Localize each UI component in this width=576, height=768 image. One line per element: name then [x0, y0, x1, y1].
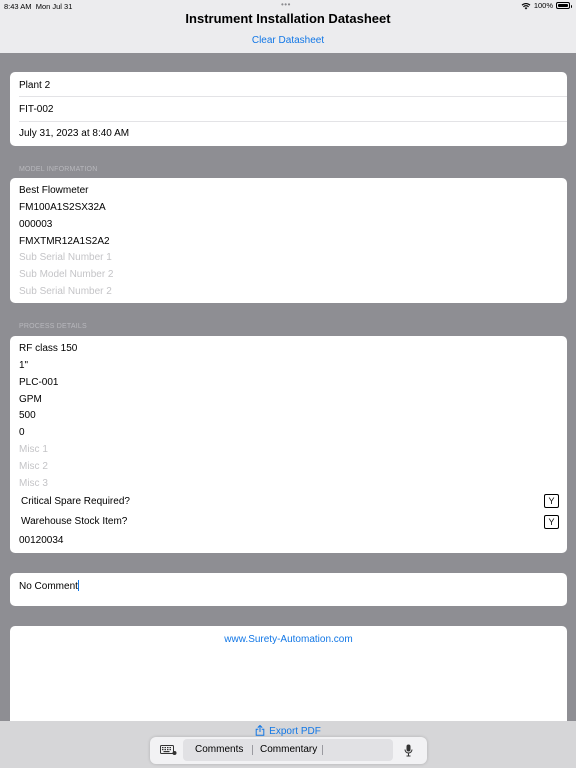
share-icon [255, 724, 265, 736]
size-field[interactable]: 1" [19, 360, 28, 371]
suggestion-divider [322, 745, 323, 755]
manufacturer-field[interactable]: Best Flowmeter [19, 185, 88, 196]
website-link[interactable]: www.Surety-Automation.com [10, 634, 567, 645]
sub-serial-1-field[interactable]: Sub Serial Number 1 [19, 252, 112, 263]
header-card: Plant 2 FIT-002 July 31, 2023 at 8:40 AM [10, 72, 567, 146]
suggestion-commentary[interactable]: Commentary [260, 744, 317, 755]
mic-icon[interactable] [404, 744, 413, 757]
misc-2-field[interactable]: Misc 2 [19, 461, 48, 472]
units-field[interactable]: GPM [19, 394, 42, 405]
date-field[interactable]: July 31, 2023 at 8:40 AM [19, 128, 129, 139]
warehouse-stock-toggle[interactable]: Y [544, 515, 559, 529]
stock-number-field[interactable]: 00120034 [19, 535, 64, 546]
export-pdf-button[interactable]: Export PDF [0, 724, 576, 737]
critical-spare-label: Critical Spare Required? [21, 496, 130, 507]
connection-field[interactable]: RF class 150 [19, 343, 77, 354]
navigation-bar: Instrument Installation Datasheet Clear … [0, 12, 576, 53]
status-time: 8:43 AM Mon Jul 31 [4, 2, 73, 11]
misc-3-field[interactable]: Misc 3 [19, 478, 48, 489]
page-title: Instrument Installation Datasheet [185, 11, 391, 26]
process-section-label: PROCESS DETAILS [19, 323, 87, 330]
critical-spare-toggle[interactable]: Y [544, 494, 559, 508]
serial-number-field[interactable]: 000003 [19, 219, 52, 230]
text-cursor [77, 580, 79, 591]
comment-text: No Comment [19, 581, 78, 592]
comment-card: No Comment [10, 573, 567, 606]
clear-datasheet-button[interactable]: Clear Datasheet [0, 35, 576, 46]
model-number-field[interactable]: FM100A1S2SX32A [19, 202, 106, 213]
tag-field[interactable]: FIT-002 [19, 104, 53, 115]
keyboard-icon[interactable] [160, 745, 177, 755]
footer-card: www.Surety-Automation.com [10, 626, 567, 736]
range-min-field[interactable]: 0 [19, 427, 25, 438]
divider [19, 96, 567, 97]
sub-serial-2-field[interactable]: Sub Serial Number 2 [19, 286, 112, 297]
warehouse-stock-label: Warehouse Stock Item? [21, 516, 128, 527]
plant-field[interactable]: Plant 2 [19, 80, 50, 91]
multitasking-dots-icon[interactable]: ••• [281, 0, 291, 9]
battery-icon [556, 2, 572, 9]
model-card: Best Flowmeter FM100A1S2SX32A 000003 FMX… [10, 178, 567, 303]
suggestion-comments[interactable]: Comments [195, 744, 243, 755]
divider [19, 121, 567, 122]
predictive-text-bar: Comments Commentary [150, 737, 427, 764]
range-max-field[interactable]: 500 [19, 410, 36, 421]
wifi-icon [521, 2, 531, 9]
comment-textarea[interactable]: No Comment [19, 580, 79, 592]
battery-percent: 100% [533, 1, 553, 10]
sub-model-field[interactable]: FMXTMR12A1S2A2 [19, 236, 110, 247]
sub-model-2-field[interactable]: Sub Model Number 2 [19, 269, 114, 280]
model-section-label: MODEL INFORMATION [19, 166, 98, 173]
misc-1-field[interactable]: Misc 1 [19, 444, 48, 455]
process-card: RF class 150 1" PLC-001 GPM 500 0 Misc 1… [10, 336, 567, 553]
suggestion-divider [252, 745, 253, 755]
controller-field[interactable]: PLC-001 [19, 377, 58, 388]
export-pdf-label: Export PDF [269, 726, 321, 737]
